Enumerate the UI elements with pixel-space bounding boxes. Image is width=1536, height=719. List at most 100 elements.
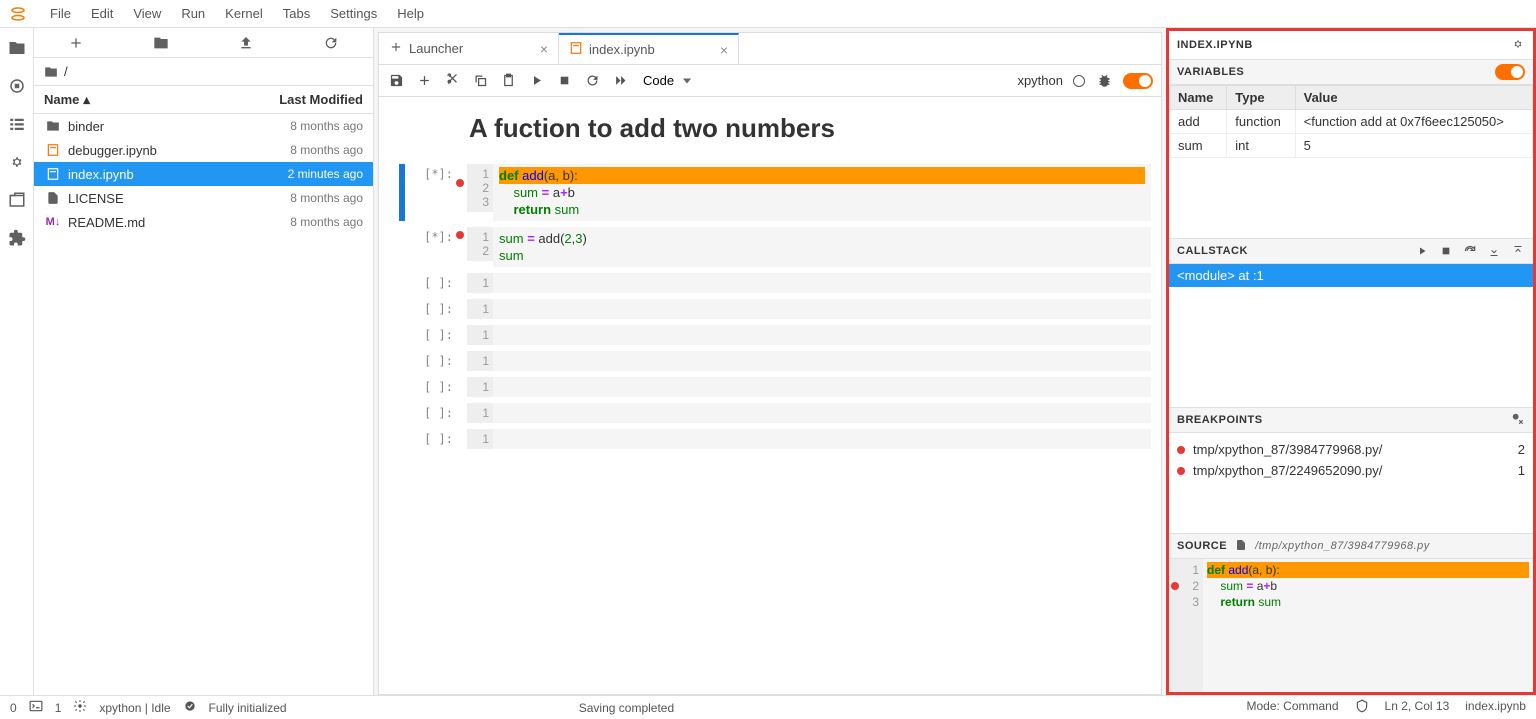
stop-icon[interactable] <box>555 72 573 90</box>
step-in-icon[interactable] <box>1487 244 1501 258</box>
var-value: <function add at 0x7f6eec125050> <box>1295 110 1532 134</box>
new-folder-icon[interactable] <box>152 34 170 52</box>
col-mod-label: Last Modified <box>243 92 363 107</box>
tab-launcher[interactable]: Launcher× <box>379 33 559 64</box>
file-row[interactable]: M↓README.md8 months ago <box>34 210 373 234</box>
file-name: index.ipynb <box>68 167 243 182</box>
breadcrumb[interactable]: / <box>34 58 373 86</box>
fb-header[interactable]: Name▴ Last Modified <box>34 86 373 114</box>
running-icon[interactable] <box>7 76 27 96</box>
code-editor[interactable] <box>493 325 1151 345</box>
tabs: Launcher×index.ipynb× <box>378 32 1162 64</box>
new-launcher-icon[interactable] <box>67 34 85 52</box>
source-body: 123 def add(a, b): sum = a+b return sum <box>1169 559 1533 692</box>
code-editor[interactable] <box>493 299 1151 319</box>
breakpoint-row[interactable]: tmp/xpython_87/2249652090.py/1 <box>1177 460 1525 481</box>
code-editor[interactable]: sum = add(2,3)sum <box>493 227 1151 267</box>
breakpoint-dot[interactable] <box>456 179 464 187</box>
variable-row[interactable]: sumint5 <box>1170 134 1533 158</box>
kernel-status[interactable]: xpython | Idle <box>99 701 170 715</box>
menu-file[interactable]: File <box>40 2 81 25</box>
tabs-icon[interactable] <box>7 190 27 210</box>
gear-icon[interactable] <box>1511 37 1525 54</box>
code-editor[interactable] <box>493 403 1151 423</box>
cut-icon[interactable] <box>443 72 461 90</box>
close-icon[interactable]: × <box>720 42 728 58</box>
menu-edit[interactable]: Edit <box>81 2 123 25</box>
breakpoint-row[interactable]: tmp/xpython_87/3984779968.py/2 <box>1177 439 1525 460</box>
code-cell[interactable]: [ ]:1 <box>379 299 1151 319</box>
code-editor[interactable]: def add(a, b): sum = a+b return sum <box>493 164 1151 221</box>
cell-prompt: [*]: <box>411 164 453 181</box>
breadcrumb-path: / <box>64 64 68 79</box>
menu-help[interactable]: Help <box>387 2 434 25</box>
sb-count-0[interactable]: 0 <box>10 701 17 715</box>
variables-toggle[interactable] <box>1495 64 1525 80</box>
sb-count-1[interactable]: 1 <box>55 701 62 715</box>
trust-icon[interactable] <box>1355 699 1369 716</box>
close-icon[interactable]: × <box>540 41 548 57</box>
copy-icon[interactable] <box>471 72 489 90</box>
file-browser: / Name▴ Last Modified binder8 months ago… <box>34 28 374 695</box>
code-cell[interactable]: [*]:12sum = add(2,3)sum <box>379 227 1151 267</box>
folder-icon[interactable] <box>7 38 27 58</box>
var-name: add <box>1170 110 1227 134</box>
file-row[interactable]: binder8 months ago <box>34 114 373 138</box>
code-cell[interactable]: [ ]:1 <box>379 377 1151 397</box>
file-row[interactable]: index.ipynb2 minutes ago <box>34 162 373 186</box>
breakpoint-dot[interactable] <box>456 231 464 239</box>
toc-icon[interactable] <box>7 114 27 134</box>
step-over-icon[interactable] <box>1463 244 1477 258</box>
code-editor[interactable] <box>493 377 1151 397</box>
terminal-icon[interactable] <box>29 699 43 716</box>
code-cell[interactable]: [ ]:1 <box>379 273 1151 293</box>
cursor-pos[interactable]: Ln 2, Col 13 <box>1385 699 1450 716</box>
run-icon[interactable] <box>527 72 545 90</box>
variable-row[interactable]: addfunction<function add at 0x7f6eec1250… <box>1170 110 1533 134</box>
kernel-status-icon[interactable] <box>1073 75 1085 87</box>
refresh-icon[interactable] <box>322 34 340 52</box>
var-col-value: Value <box>1295 86 1532 110</box>
menu-kernel[interactable]: Kernel <box>215 2 273 25</box>
kernel-name[interactable]: xpython <box>1017 73 1063 88</box>
upload-icon[interactable] <box>237 34 255 52</box>
tab-icon <box>389 40 403 57</box>
terminate-icon[interactable] <box>1439 244 1453 258</box>
code-cell[interactable]: [ ]:1 <box>379 429 1151 449</box>
mode-label[interactable]: Mode: Command <box>1246 699 1338 716</box>
code-editor[interactable] <box>493 351 1151 371</box>
code-editor[interactable] <box>493 273 1151 293</box>
settings-icon[interactable] <box>7 152 27 172</box>
file-label[interactable]: index.ipynb <box>1465 699 1526 716</box>
restart-icon[interactable] <box>583 72 601 90</box>
restart-run-icon[interactable] <box>611 72 629 90</box>
kernel-gear-icon[interactable] <box>73 699 87 716</box>
code-cell[interactable]: [ ]:1 <box>379 325 1151 345</box>
menu-settings[interactable]: Settings <box>320 2 387 25</box>
code-cell[interactable]: [ ]:1 <box>379 403 1151 423</box>
continue-icon[interactable] <box>1415 244 1429 258</box>
code-cell[interactable]: [ ]:1 <box>379 351 1151 371</box>
paste-icon[interactable] <box>499 72 517 90</box>
extensions-icon[interactable] <box>7 228 27 248</box>
file-row[interactable]: debugger.ipynb8 months ago <box>34 138 373 162</box>
menu-view[interactable]: View <box>123 2 171 25</box>
notebook-title: A fuction to add two numbers <box>469 113 1151 144</box>
bug-icon[interactable] <box>1095 72 1113 90</box>
file-modified: 8 months ago <box>243 119 363 133</box>
stack-frame[interactable]: <module> at :1 <box>1169 264 1533 287</box>
cell-type-select[interactable]: Code <box>639 71 695 90</box>
save-icon[interactable] <box>387 72 405 90</box>
menu-tabs[interactable]: Tabs <box>273 2 320 25</box>
menu-run[interactable]: Run <box>171 2 215 25</box>
code-cell[interactable]: [*]:123def add(a, b): sum = a+b return s… <box>379 164 1151 221</box>
file-row[interactable]: LICENSE8 months ago <box>34 186 373 210</box>
clear-bp-icon[interactable] <box>1511 412 1525 429</box>
add-cell-icon[interactable] <box>415 72 433 90</box>
debug-toggle[interactable] <box>1123 73 1153 89</box>
step-out-icon[interactable] <box>1511 244 1525 258</box>
tab-index-ipynb[interactable]: index.ipynb× <box>559 33 739 64</box>
cell-prompt: [ ]: <box>411 377 453 394</box>
callstack-label: CALLSTACK <box>1177 245 1248 257</box>
code-editor[interactable] <box>493 429 1151 449</box>
